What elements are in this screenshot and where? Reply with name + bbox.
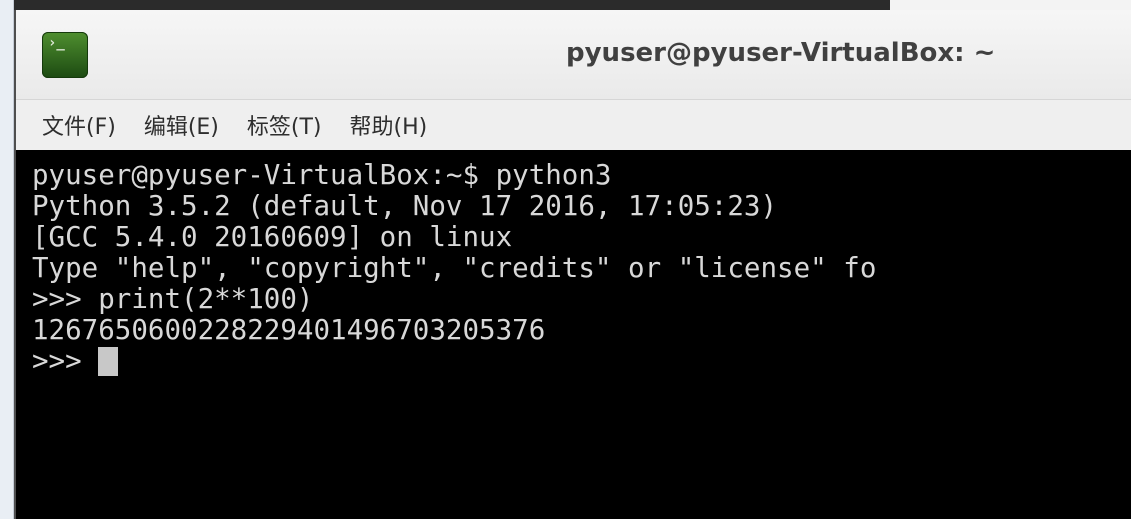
terminal-prompt: >>> [32, 345, 99, 377]
terminal-line: 1267650600228229401496703205376 [32, 314, 546, 346]
terminal-line: pyuser@pyuser-VirtualBox:~$ python3 [32, 159, 612, 191]
terminal-line: [GCC 5.4.0 20160609] on linux [32, 221, 513, 253]
terminal-prompt-line[interactable]: >>> [32, 346, 1131, 377]
window-titlebar[interactable]: ›_ pyuser@pyuser-VirtualBox: ~ [16, 10, 1131, 100]
desktop-background-left [0, 0, 14, 519]
terminal-icon-glyph: ›_ [48, 35, 65, 51]
terminal-line: >>> print(2**100) [32, 283, 314, 315]
menu-help[interactable]: 帮助(H) [350, 109, 428, 141]
terminal-cursor [98, 347, 119, 376]
menu-edit[interactable]: 编辑(E) [144, 109, 219, 141]
menu-file[interactable]: 文件(F) [42, 109, 116, 141]
terminal-line: Type "help", "copyright", "credits" or "… [32, 252, 877, 284]
terminal-line: Python 3.5.2 (default, Nov 17 2016, 17:0… [32, 190, 778, 222]
window-title: pyuser@pyuser-VirtualBox: ~ [566, 38, 996, 68]
terminal-window: ›_ pyuser@pyuser-VirtualBox: ~ 文件(F) 编辑(… [14, 10, 1131, 519]
terminal-output[interactable]: pyuser@pyuser-VirtualBox:~$ python3 Pyth… [16, 150, 1131, 519]
menubar: 文件(F) 编辑(E) 标签(T) 帮助(H) [16, 100, 1131, 150]
menu-tabs[interactable]: 标签(T) [247, 109, 322, 141]
terminal-icon: ›_ [42, 32, 88, 78]
